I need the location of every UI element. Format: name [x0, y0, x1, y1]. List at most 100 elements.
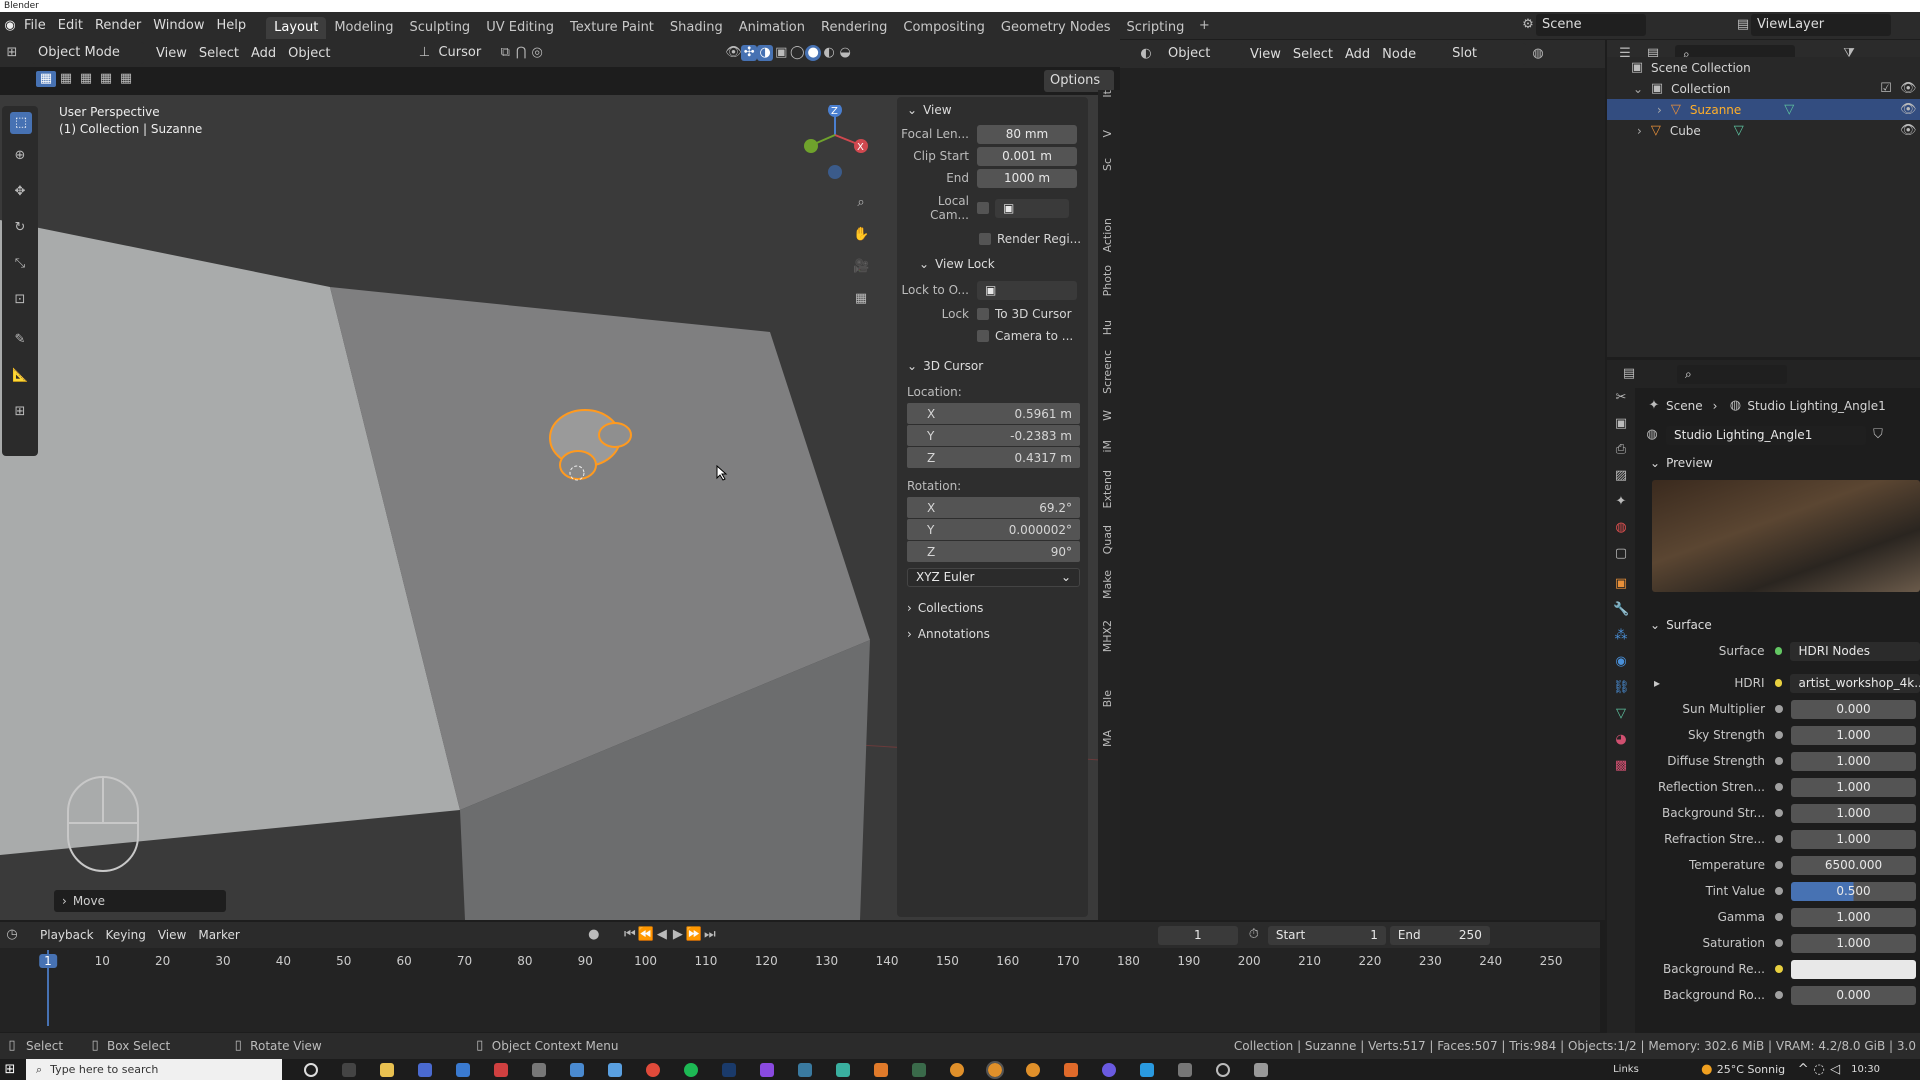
property-value[interactable]: 1.000: [1791, 725, 1916, 745]
end-frame-field[interactable]: End 250: [1389, 925, 1490, 945]
view-lock-header[interactable]: ⌄ View Lock: [897, 251, 1088, 277]
material-shading-icon[interactable]: ◐: [821, 45, 837, 61]
sidebar-tab-v[interactable]: V: [1101, 130, 1114, 138]
viewport-menu-add[interactable]: Add: [245, 40, 282, 67]
modifier-tab-icon[interactable]: 🔧: [1613, 602, 1629, 618]
app-icon[interactable]: [798, 1062, 812, 1077]
wireframe-shading-icon[interactable]: ◯: [789, 45, 805, 61]
eye-icon[interactable]: 👁: [1900, 123, 1917, 139]
slot-dropdown[interactable]: Slot: [1446, 43, 1527, 65]
sidebar-tab-ble[interactable]: Ble: [1101, 690, 1114, 707]
menu-edit[interactable]: Edit: [52, 12, 89, 39]
timeline-menu-marker[interactable]: Marker: [192, 922, 245, 949]
sidebar-tab-im[interactable]: iM: [1101, 440, 1114, 453]
property-value[interactable]: 0.000: [1791, 699, 1916, 719]
app-icon[interactable]: [1254, 1062, 1268, 1077]
app-icon[interactable]: [532, 1062, 546, 1077]
lock-to-object-field[interactable]: ▣: [977, 280, 1077, 300]
file-explorer-icon[interactable]: [380, 1062, 394, 1077]
app-icon[interactable]: [760, 1062, 774, 1077]
scale-tool-icon[interactable]: ⤡: [12, 256, 28, 272]
axis-value[interactable]: 0.4317 m: [1015, 451, 1073, 465]
3d-cursor-header[interactable]: ⌄ 3D Cursor: [897, 353, 1088, 379]
camera-view-icon[interactable]: 🎥: [853, 259, 869, 275]
task-view-icon[interactable]: [342, 1062, 356, 1077]
rendered-shading-icon[interactable]: ◒: [837, 45, 853, 61]
tab-geometry-nodes[interactable]: Geometry Nodes: [993, 17, 1119, 39]
clock[interactable]: 10:30: [1851, 1064, 1880, 1075]
network-icon[interactable]: ◌: [1811, 1062, 1827, 1078]
focal-length-field[interactable]: 80 mm: [977, 124, 1077, 144]
tab-sculpting[interactable]: Sculpting: [401, 17, 478, 39]
select-intersect-icon[interactable]: ▦: [116, 71, 136, 87]
shader-type-dropdown[interactable]: Object: [1162, 43, 1244, 65]
timeline-menu-view[interactable]: View: [152, 922, 192, 949]
sidebar-tab-photo[interactable]: Photo: [1101, 265, 1114, 296]
eye-icon[interactable]: 👁: [1900, 81, 1917, 97]
select-new-icon[interactable]: ▦: [36, 71, 56, 87]
tab-compositing[interactable]: Compositing: [895, 17, 993, 39]
axis-value[interactable]: -0.2383 m: [1010, 429, 1072, 443]
timeline-menu-keying[interactable]: Keying: [100, 922, 152, 949]
cortana-icon[interactable]: [304, 1062, 318, 1077]
tab-shading[interactable]: Shading: [662, 17, 731, 39]
axis-value[interactable]: 90°: [1051, 545, 1072, 559]
tab-modeling[interactable]: Modeling: [326, 17, 401, 39]
sidebar-tab-quad[interactable]: Quad: [1101, 525, 1114, 554]
local-camera-checkbox[interactable]: [977, 202, 989, 214]
xray-icon[interactable]: ▣: [773, 45, 789, 61]
axis-value[interactable]: 69.2°: [1039, 501, 1072, 515]
mesh-data-icon[interactable]: ▽: [1781, 102, 1797, 118]
sidebar-tab-hu[interactable]: Hu: [1101, 320, 1114, 335]
node-menu-view[interactable]: View: [1244, 41, 1287, 68]
view-panel-header[interactable]: ⌄ View: [897, 97, 1088, 123]
mesh-data-icon[interactable]: ▽: [1731, 123, 1747, 139]
scene-selector[interactable]: ⚙ Scene: [1520, 14, 1646, 36]
pivot-dropdown[interactable]: Cursor: [432, 42, 488, 64]
sidebar-tab-w[interactable]: W: [1101, 410, 1114, 421]
app-icon[interactable]: [912, 1062, 926, 1077]
sidebar-tab-extend[interactable]: Extend: [1101, 470, 1114, 509]
properties-search[interactable]: ⌕: [1677, 364, 1787, 384]
gizmo-icon[interactable]: ✣: [741, 45, 758, 61]
add-workspace-icon[interactable]: +: [1196, 18, 1212, 34]
select-invert-icon[interactable]: ▦: [96, 71, 116, 87]
cursor-tool-icon[interactable]: ⊕: [12, 148, 28, 164]
property-value[interactable]: 1.000: [1791, 777, 1916, 797]
measure-tool-icon[interactable]: 📐: [12, 368, 28, 384]
annotations-header[interactable]: › Annotations: [897, 621, 1088, 647]
sidebar-tab-it[interactable]: It: [1101, 90, 1114, 98]
sidebar-tab-mhx2[interactable]: MHX2: [1101, 620, 1114, 652]
scene-collection-row[interactable]: ▣ Scene Collection: [1607, 57, 1920, 78]
tab-texture-paint[interactable]: Texture Paint: [562, 17, 662, 39]
object-tab-icon[interactable]: ▣: [1613, 576, 1629, 592]
lock-camera-checkbox[interactable]: [977, 330, 989, 342]
windows-start-icon[interactable]: ⊞: [2, 1062, 18, 1078]
clip-start-field[interactable]: 0.001 m: [977, 146, 1077, 166]
visibility-icon[interactable]: 👁: [725, 45, 742, 61]
zoom-icon[interactable]: ⌕: [853, 195, 869, 211]
add-cube-tool-icon[interactable]: ⊞: [12, 404, 28, 420]
hdri-value[interactable]: artist_workshop_4k....: [1790, 673, 1920, 693]
select-box-tool-icon[interactable]: ⬚: [10, 112, 32, 134]
prev-keyframe-icon[interactable]: ⏪: [638, 927, 654, 943]
app-icon[interactable]: [1064, 1062, 1078, 1077]
viewport-menu-view[interactable]: View: [150, 40, 193, 67]
mode-dropdown[interactable]: Object Mode: [32, 42, 144, 64]
proportional-icon[interactable]: ◎: [529, 45, 545, 61]
play-reverse-icon[interactable]: ◀: [654, 927, 670, 943]
local-camera-field[interactable]: ▣: [995, 198, 1069, 218]
tab-animation[interactable]: Animation: [731, 17, 813, 39]
tray-chevron-icon[interactable]: ^: [1795, 1062, 1811, 1078]
preview-header[interactable]: ⌄ Preview: [1640, 450, 1920, 476]
material-tab-icon[interactable]: ◕: [1613, 732, 1629, 748]
ortho-grid-icon[interactable]: ▦: [853, 291, 869, 307]
clip-end-field[interactable]: 1000 m: [977, 168, 1077, 188]
rotation-mode-dropdown[interactable]: XYZ Euler ⌄: [907, 568, 1080, 587]
rotate-tool-icon[interactable]: ↻: [12, 220, 28, 236]
property-value[interactable]: 6500.000: [1791, 855, 1916, 875]
property-value[interactable]: 1.000: [1791, 907, 1916, 927]
chrome-icon[interactable]: [646, 1062, 660, 1077]
snap-icon[interactable]: ⧉: [497, 45, 513, 61]
axis-value[interactable]: 0.5961 m: [1015, 407, 1073, 421]
